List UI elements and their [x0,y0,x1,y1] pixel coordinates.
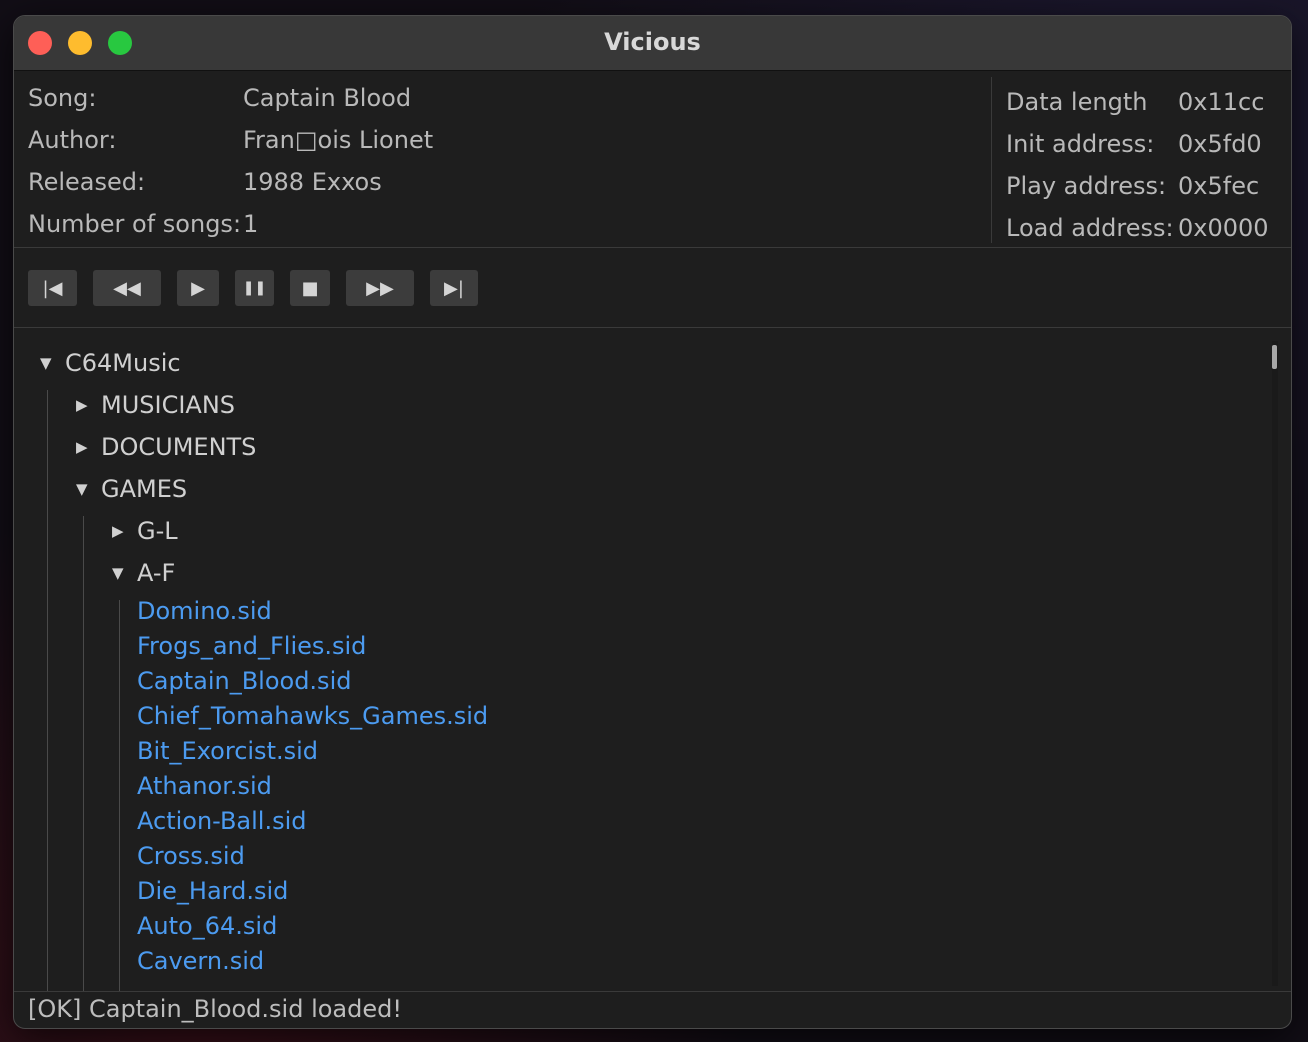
last-track-button[interactable]: ▶| [430,270,478,306]
tree-node-label: A-F [137,559,176,587]
file-item-cross[interactable]: Cross.sid [137,838,245,874]
pause-button[interactable]: ❚❚ [235,270,274,306]
song-info-panel: Song: Captain Blood Author: Fran□ois Lio… [14,71,1291,248]
play-address-value: 0x5fec [1178,172,1260,200]
stop-button[interactable]: ■ [290,270,330,306]
triangle-down-icon[interactable]: ▼ [40,345,52,381]
load-address-value: 0x0000 [1178,214,1269,242]
author-label: Author: [28,126,117,154]
play-address-label: Play address: [1006,172,1167,200]
file-item-athanor[interactable]: Athanor.sid [137,768,272,804]
fast-forward-icon: ▶▶ [366,277,394,299]
released-value: 1988 Exxos [243,168,382,196]
song-label: Song: [28,84,97,112]
first-track-button[interactable]: |◀ [28,270,77,306]
status-message: [OK] Captain_Blood.sid loaded! [28,995,402,1023]
tree-node-label: GAMES [101,475,188,503]
scrollbar-thumb[interactable] [1272,345,1277,369]
play-button[interactable]: ▶ [177,270,219,306]
file-item-cavern[interactable]: Cavern.sid [137,943,264,979]
file-item-bit-exorcist[interactable]: Bit_Exorcist.sid [137,733,318,769]
play-icon: ▶ [191,277,205,299]
playback-controls: |◀ ◀◀ ▶ ❚❚ ■ ▶▶ ▶| [14,248,1291,328]
init-address-label: Init address: [1006,130,1155,158]
rewind-button[interactable]: ◀◀ [93,270,161,306]
init-address-value: 0x5fd0 [1178,130,1262,158]
song-count-label: Number of songs: [28,210,242,238]
tree-node-label: G-L [137,517,178,545]
song-count-value: 1 [243,210,259,238]
load-address-label: Load address: [1006,214,1174,242]
skip-to-end-icon: ▶| [444,277,464,299]
triangle-right-icon[interactable]: ▶ [76,387,88,423]
fast-forward-button[interactable]: ▶▶ [346,270,414,306]
file-item-frogs-and-flies[interactable]: Frogs_and_Flies.sid [137,628,366,664]
file-tree[interactable]: ▼ C64Music ▶ MUSICIANS ▶ DOCUMENTS ▼ GAM… [14,328,1278,991]
file-item-chief-tomahawks-games[interactable]: Chief_Tomahawks_Games.sid [137,698,488,734]
triangle-right-icon[interactable]: ▶ [76,429,88,465]
author-value: Fran□ois Lionet [243,126,434,154]
rewind-icon: ◀◀ [113,277,141,299]
tree-guide-line [119,600,120,991]
title-bar[interactable]: Vicious [14,16,1291,71]
skip-to-start-icon: |◀ [42,277,63,299]
file-item-action-ball[interactable]: Action-Ball.sid [137,803,307,839]
tree-scrollbar[interactable] [1272,341,1278,986]
file-item-auto-64[interactable]: Auto_64.sid [137,908,277,944]
tree-guide-line [83,516,84,991]
song-value: Captain Blood [243,84,412,112]
tree-node-label: DOCUMENTS [101,433,257,461]
file-item-domino[interactable]: Domino.sid [137,593,272,629]
triangle-down-icon[interactable]: ▼ [112,555,124,591]
status-bar: [OK] Captain_Blood.sid loaded! [14,991,1291,1028]
app-window: Vicious Song: Captain Blood Author: Fran… [13,15,1292,1029]
released-label: Released: [28,168,146,196]
data-length-label: Data length [1006,88,1148,116]
window-title: Vicious [604,28,701,56]
stop-icon: ■ [301,277,319,299]
file-item-captain-blood[interactable]: Captain_Blood.sid [137,663,351,699]
pause-icon: ❚❚ [242,280,267,296]
tree-node-label: C64Music [65,349,181,377]
info-divider [991,77,992,243]
tree-guide-line [47,390,48,991]
triangle-right-icon[interactable]: ▶ [112,513,124,549]
tree-node-label: MUSICIANS [101,391,236,419]
triangle-down-icon[interactable]: ▼ [76,471,88,507]
data-length-value: 0x11cc [1178,88,1265,116]
file-item-die-hard[interactable]: Die_Hard.sid [137,873,288,909]
